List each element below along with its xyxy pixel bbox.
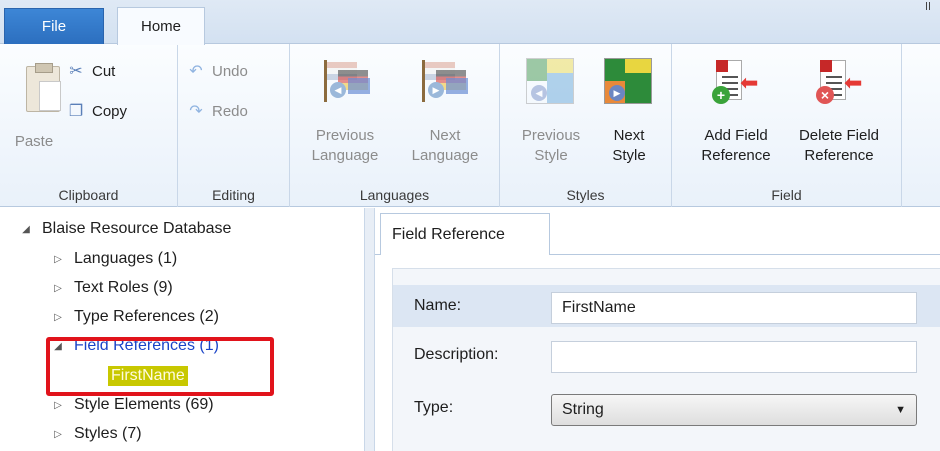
type-row: Type: String ▼: [393, 387, 940, 429]
expand-icon[interactable]: ▷: [50, 312, 66, 323]
previous-style-icon: ◀: [526, 58, 574, 104]
expand-icon[interactable]: ▷: [50, 254, 66, 265]
clipboard-group: Paste ✂ Cut ❐ Copy Clipboard: [0, 44, 178, 207]
name-field[interactable]: FirstName: [551, 292, 917, 324]
tab-field-reference[interactable]: Field Reference: [380, 213, 550, 255]
tree-item-text-roles[interactable]: ▷ Text Roles (9): [50, 279, 173, 297]
resource-tree: [0, 208, 364, 451]
expand-icon[interactable]: ▷: [50, 283, 66, 294]
copy-button[interactable]: ❐ Copy: [66, 102, 128, 121]
field-group-label: Field: [771, 187, 802, 203]
ribbon-tab-strip: File Home: [0, 0, 940, 45]
window-grip-icon: [926, 2, 930, 10]
name-label: Name:: [414, 297, 462, 314]
tree-root[interactable]: ◢ Blaise Resource Database: [18, 220, 231, 238]
delete-field-reference-button[interactable]: ⬅ × Delete Field Reference: [786, 48, 892, 170]
cut-label: Cut: [92, 62, 116, 80]
undo-button[interactable]: ↶ Undo: [186, 62, 248, 81]
add-field-reference-button[interactable]: ⬅ + Add Field Reference: [686, 48, 786, 170]
previous-language-icon: ◀: [318, 56, 372, 104]
detail-pane: Field Reference Name: FirstName Descript…: [375, 208, 940, 451]
description-field[interactable]: [551, 341, 917, 373]
next-language-label: Next Language: [411, 127, 479, 164]
tab-file[interactable]: File: [4, 8, 104, 44]
previous-style-button[interactable]: ◀ Previous Style: [514, 48, 588, 170]
type-select-value: String: [562, 401, 604, 418]
paste-button[interactable]: Paste: [10, 50, 64, 172]
tree-item-styles[interactable]: ▷ Styles (7): [50, 425, 141, 443]
styles-group-label: Styles: [566, 187, 605, 203]
expand-icon[interactable]: ▷: [50, 400, 66, 411]
next-language-icon: ▶: [416, 56, 470, 104]
editing-group-label: Editing: [212, 187, 255, 203]
add-field-reference-icon: ⬅ +: [708, 58, 764, 106]
redo-button[interactable]: ↷ Redo: [186, 102, 248, 121]
undo-label: Undo: [212, 62, 248, 80]
styles-group: ◀ Previous Style ▶ Next Style Styles: [500, 44, 672, 207]
delete-field-reference-icon: ⬅ ×: [812, 58, 868, 106]
delete-field-reference-label: Delete Field Reference: [798, 127, 880, 164]
highlight-annotation-box: [46, 337, 274, 396]
paste-label: Paste: [14, 133, 54, 150]
add-field-reference-label: Add Field Reference: [701, 127, 771, 164]
type-select[interactable]: String ▼: [551, 394, 917, 426]
previous-language-label: Previous Language: [311, 127, 379, 164]
scissors-icon: ✂: [69, 63, 83, 80]
field-reference-form: Name: FirstName Description: Type: Strin…: [392, 268, 940, 451]
next-language-button[interactable]: ▶ Next Language: [402, 48, 488, 170]
expand-icon[interactable]: ▷: [50, 429, 66, 440]
languages-group: ◀ Previous Language ▶ Next Language Lang…: [290, 44, 500, 207]
cut-button[interactable]: ✂ Cut: [66, 62, 116, 81]
redo-label: Redo: [212, 102, 248, 120]
tree-item-style-elements[interactable]: ▷ Style Elements (69): [50, 396, 213, 414]
copy-icon: ❐: [68, 103, 84, 120]
next-style-button[interactable]: ▶ Next Style: [594, 48, 664, 170]
tree-item-type-references[interactable]: ▷ Type References (2): [50, 308, 219, 326]
description-row: Description:: [393, 334, 940, 376]
next-style-label: Next Style: [612, 127, 646, 164]
pane-splitter[interactable]: [364, 208, 375, 451]
copy-label: Copy: [92, 102, 128, 120]
type-label: Type:: [414, 399, 454, 416]
chevron-down-icon: ▼: [895, 404, 906, 416]
editing-group: ↶ Undo ↷ Redo Editing: [178, 44, 290, 207]
clipboard-group-label: Clipboard: [58, 187, 119, 203]
previous-language-button[interactable]: ◀ Previous Language: [302, 48, 388, 170]
next-style-icon: ▶: [604, 58, 652, 104]
previous-style-label: Previous Style: [521, 127, 581, 164]
name-row: Name: FirstName: [393, 285, 940, 327]
description-label: Description:: [414, 346, 499, 363]
tab-home[interactable]: Home: [117, 7, 205, 45]
field-group: ⬅ + Add Field Reference ⬅ × Delete Field…: [672, 44, 902, 207]
ribbon: Paste ✂ Cut ❐ Copy Clipboard ↶ Undo ↷ Re…: [0, 44, 940, 207]
tree-item-languages[interactable]: ▷ Languages (1): [50, 250, 177, 268]
undo-icon: ↶: [189, 63, 203, 80]
languages-group-label: Languages: [359, 187, 430, 203]
collapse-icon[interactable]: ◢: [18, 224, 34, 235]
paste-icon: [26, 63, 61, 112]
redo-icon: ↷: [189, 103, 203, 120]
